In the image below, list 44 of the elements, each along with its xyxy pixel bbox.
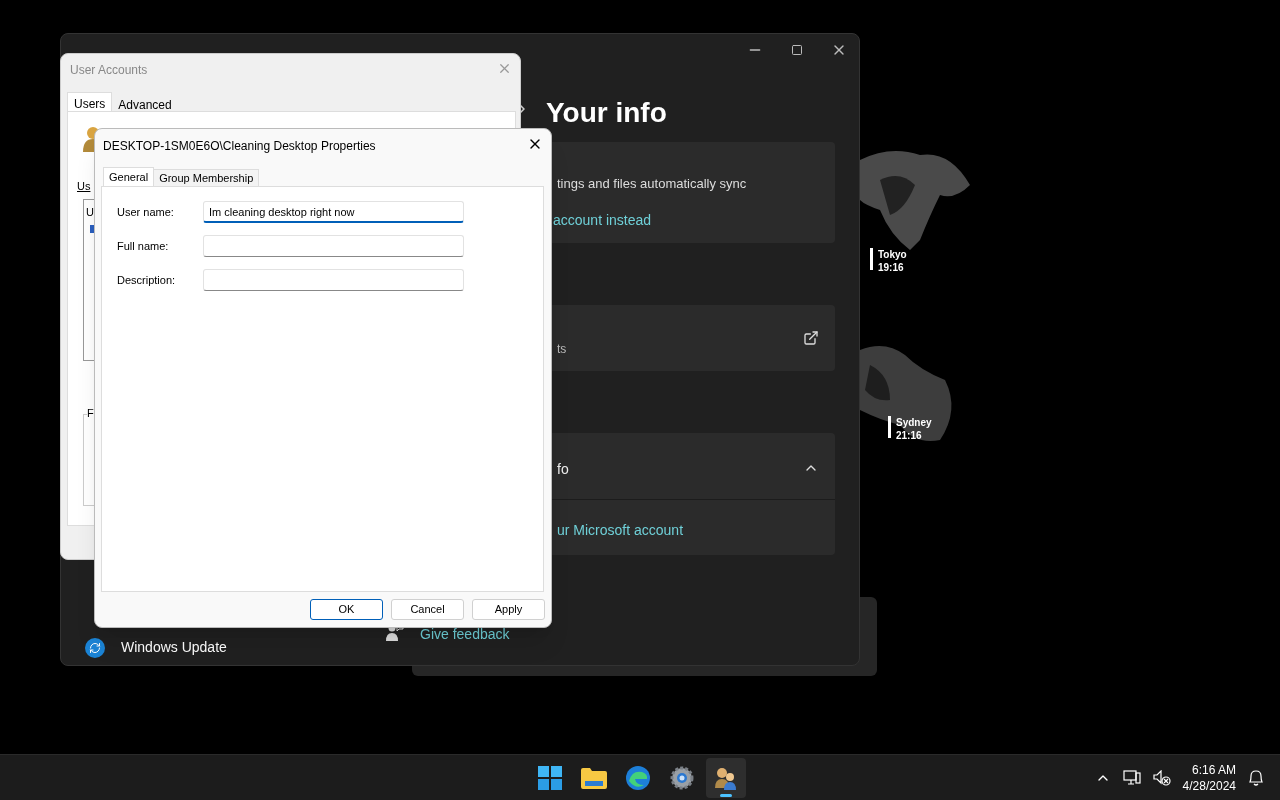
dialog-tab[interactable]: General (103, 167, 155, 187)
city-name: Tokyo (878, 248, 907, 261)
network-icon[interactable] (1122, 770, 1141, 786)
speaker-muted-icon[interactable] (1152, 770, 1171, 786)
card-text: ts (557, 341, 567, 358)
dialog-tab[interactable]: Group Membership (154, 169, 260, 187)
clock-marker (870, 248, 873, 270)
card-link[interactable]: account instead (553, 210, 652, 231)
dialog-button[interactable]: OK (310, 599, 383, 620)
expander-title[interactable]: fo (557, 459, 569, 480)
city-time: 19:16 (878, 261, 905, 274)
city-name: Sydney (896, 416, 932, 429)
list-header: U (86, 205, 94, 220)
field-label: Full name: (117, 238, 170, 254)
clock-marker (888, 416, 891, 438)
users-icon (714, 766, 738, 790)
card-text: tings and files automatically sync (557, 175, 747, 193)
text-field[interactable] (203, 235, 464, 257)
text-field[interactable]: Im cleaning desktop right now (203, 201, 464, 223)
external-link-icon (803, 330, 819, 346)
window-title: User Accounts (70, 62, 148, 79)
dialog-button[interactable]: Cancel (391, 599, 464, 620)
field-label: Description: (117, 272, 177, 288)
dialog-button[interactable]: Apply (472, 599, 545, 620)
field-label: User name: (117, 204, 175, 220)
group-label: F (87, 408, 94, 419)
page-heading: Your info (546, 96, 667, 130)
sidebar-item[interactable]: Windows Update (85, 637, 227, 658)
browser-icon (626, 766, 650, 790)
account-link[interactable]: ur Microsoft account (557, 520, 684, 541)
gear-icon (670, 766, 694, 790)
clock[interactable]: 6:16 AM 4/28/2024 (1182, 762, 1236, 794)
dialog-title: DESKTOP-1SM0E6O\Cleaning Desktop Properties (103, 138, 376, 155)
text-field[interactable] (203, 269, 464, 291)
update-icon (85, 637, 105, 658)
taskbar-app[interactable] (706, 758, 746, 798)
list-label: Us (77, 179, 91, 194)
city-time: 21:16 (896, 429, 923, 442)
notification-bell-icon[interactable] (1248, 769, 1264, 787)
windows-logo-icon (538, 766, 562, 790)
maximize-icon[interactable] (791, 44, 803, 56)
folder-icon (581, 767, 607, 789)
feedback-link[interactable]: Give feedback (420, 624, 510, 645)
dialog-tab[interactable]: Users (67, 92, 113, 114)
